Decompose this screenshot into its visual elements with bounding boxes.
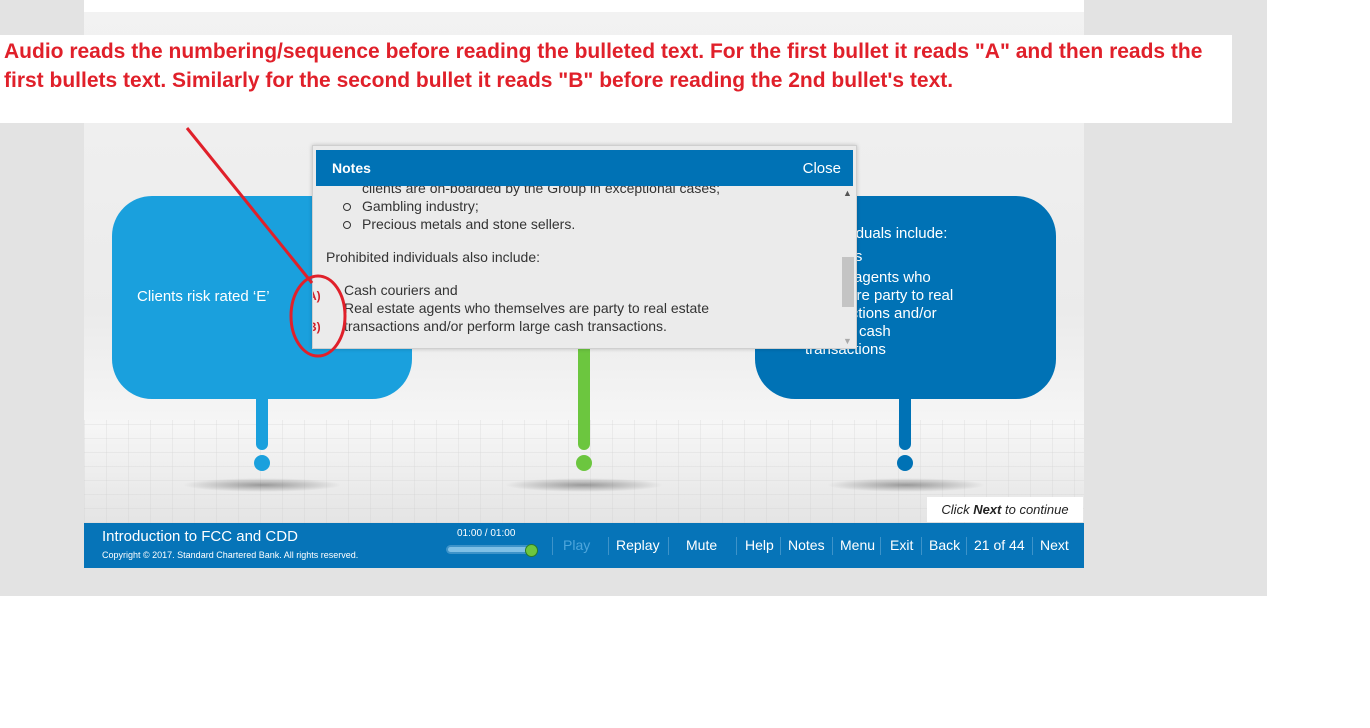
- annotation-circle: [289, 274, 347, 358]
- annotation-arrow-line: [185, 127, 314, 284]
- annotation-overlay: [185, 127, 347, 358]
